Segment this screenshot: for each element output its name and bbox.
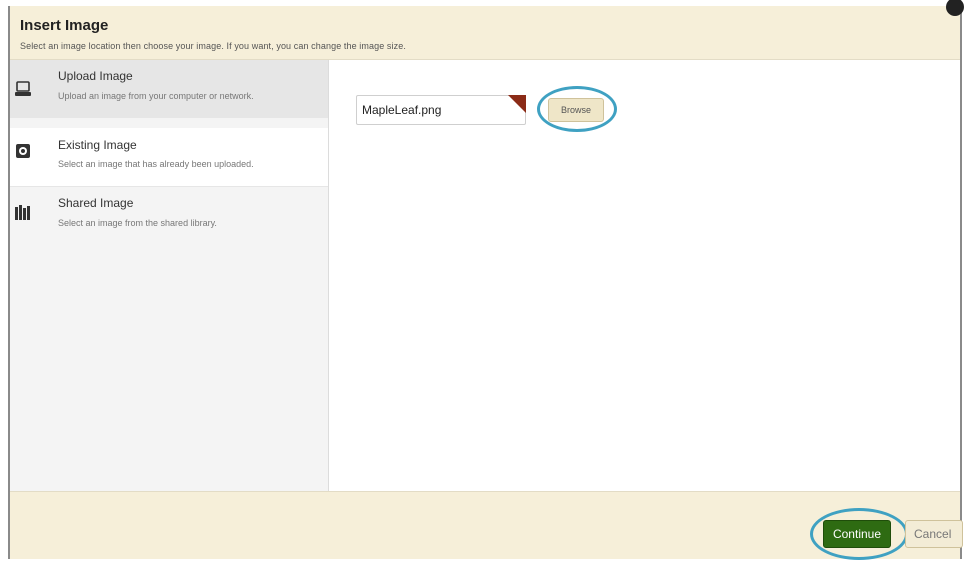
dialog-title: Insert Image <box>20 17 109 34</box>
sidebar-item-shared-image[interactable]: Shared Image Select an image from the sh… <box>10 187 328 245</box>
file-name-value: MapleLeaf.png <box>362 103 442 117</box>
image-source-sidebar: Upload Image Upload an image from your c… <box>10 60 329 491</box>
laptop-icon <box>15 81 31 97</box>
sidebar-item-title: Upload Image <box>58 69 133 83</box>
sidebar-item-title: Existing Image <box>58 138 137 152</box>
sidebar-item-desc: Upload an image from your computer or ne… <box>58 91 254 101</box>
dialog-header: Insert Image Select an image location th… <box>10 6 960 60</box>
continue-button[interactable]: Continue <box>823 520 891 548</box>
close-icon[interactable] <box>946 0 964 16</box>
sidebar-item-desc: Select an image that has already been up… <box>58 159 254 169</box>
books-icon <box>15 204 31 220</box>
image-folder-icon <box>15 143 31 159</box>
cancel-button[interactable]: Cancel <box>905 520 963 548</box>
required-flag-icon <box>508 95 526 113</box>
insert-image-dialog: Insert Image Select an image location th… <box>8 0 964 560</box>
sidebar-item-desc: Select an image from the shared library. <box>58 218 217 228</box>
sidebar-item-upload-image[interactable]: Upload Image Upload an image from your c… <box>10 60 328 118</box>
browse-button[interactable]: Browse <box>548 98 604 122</box>
upload-panel: MapleLeaf.png Browse <box>329 60 960 491</box>
sidebar-item-existing-image[interactable]: Existing Image Select an image that has … <box>10 128 328 187</box>
file-name-field[interactable]: MapleLeaf.png <box>356 95 526 125</box>
dialog-footer: Continue Cancel <box>10 491 963 560</box>
sidebar-item-title: Shared Image <box>58 196 134 210</box>
dialog-subtitle: Select an image location then choose you… <box>20 41 406 51</box>
